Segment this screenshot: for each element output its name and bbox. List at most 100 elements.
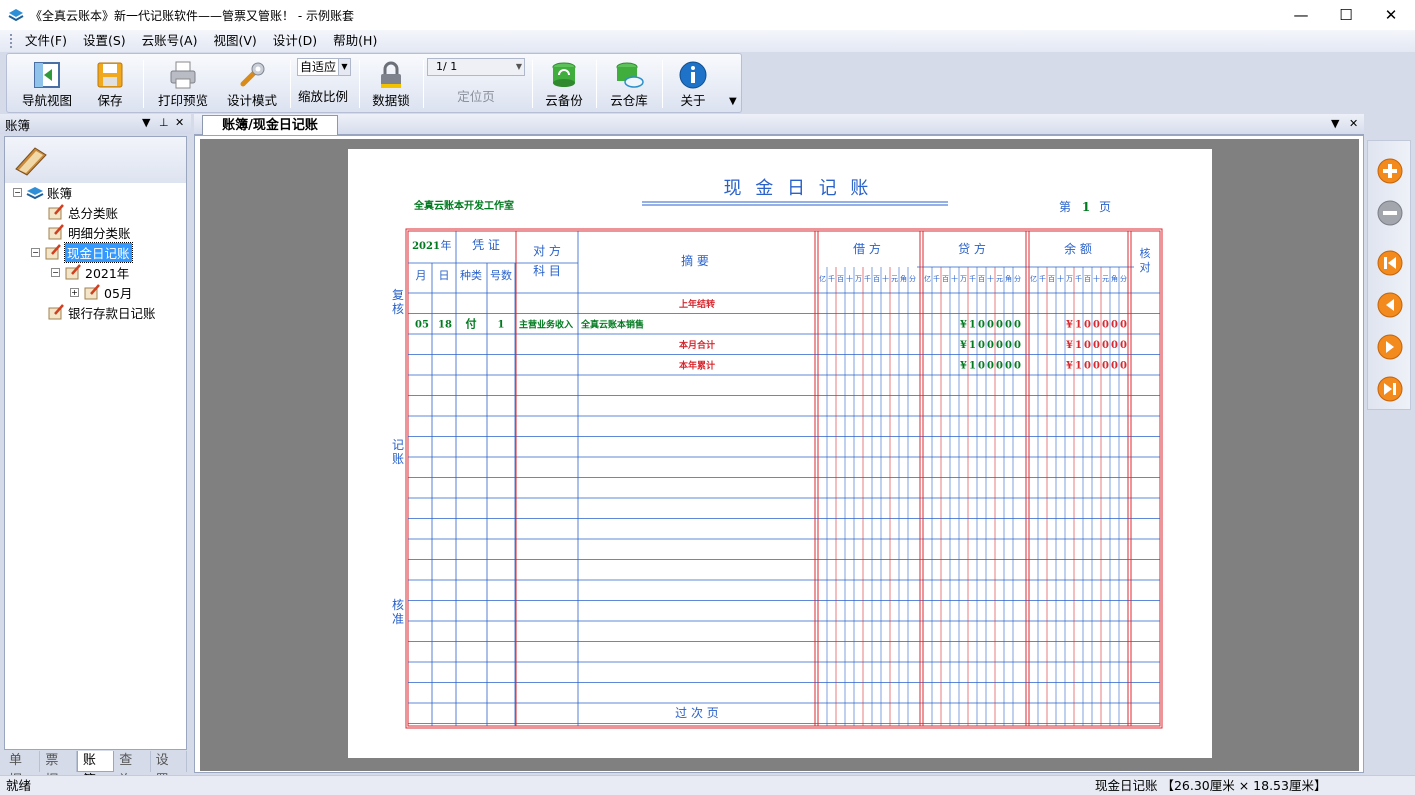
money-digit: 0: [1102, 340, 1109, 351]
next-page-icon[interactable]: [1376, 333, 1404, 361]
tab-ledgers[interactable]: 账簿: [76, 751, 115, 788]
page-prefix: 第: [1059, 200, 1071, 214]
money-digit: 0: [978, 361, 985, 372]
pin-icon[interactable]: ⊥: [159, 116, 169, 129]
digit-unit-label: 万: [960, 275, 967, 283]
wrench-icon: [240, 62, 265, 87]
last-page-icon[interactable]: [1376, 375, 1404, 403]
nav-view-button[interactable]: 导航视图: [15, 54, 79, 112]
tree-node-general-ledger[interactable]: 总分类账: [47, 203, 118, 221]
minimize-button[interactable]: —: [1278, 0, 1324, 30]
digit-unit-label: 百: [837, 275, 844, 283]
previous-page-icon[interactable]: [1376, 291, 1404, 319]
design-mode-button[interactable]: 设计模式: [221, 54, 283, 112]
side-mark: 复: [392, 288, 404, 302]
cloud-warehouse-button[interactable]: 云仓库: [601, 54, 657, 112]
balance-header: 余 额: [1064, 241, 1092, 256]
money-digit: 0: [1120, 320, 1127, 331]
tab-documents[interactable]: 单据: [4, 751, 41, 788]
tab-invoices[interactable]: 票据: [40, 751, 77, 788]
digit-unit-label: 亿: [1030, 274, 1037, 283]
digit-unit-label: 角: [1005, 274, 1012, 283]
row-voucher-no: 1: [498, 320, 505, 331]
ledger-pen-icon: [45, 244, 61, 260]
tree-node-ledgers[interactable]: − 账簿: [13, 183, 72, 201]
save-button[interactable]: 保存: [85, 54, 135, 112]
row-summary: 上年结转: [679, 298, 715, 310]
money-digit: 0: [1093, 320, 1100, 331]
cloud-warehouse-icon: [616, 62, 644, 88]
money-digit: 0: [1005, 320, 1012, 331]
tree-node-year-2021[interactable]: − 2021年: [51, 263, 129, 281]
voucher-type-header: 种类: [460, 268, 482, 282]
report-page: 全真云账本开发工作室现 金 日 记 账第1页亿千百十万千百十元角分亿千百十万千百…: [348, 149, 1212, 758]
ledger-tree-panel: − 账簿 总分类账 明细分类账 − 现金日记账 − 2021年 + 05月 银行…: [4, 136, 187, 750]
money-digit: 0: [987, 340, 994, 351]
tree-node-month-05[interactable]: + 05月: [70, 283, 132, 301]
app-window: 《全真云账本》新一代记账软件——管票又管账！ - 示例账套 — ☐ ✕ 文件(F…: [0, 0, 1415, 795]
tree-node-bank-journal[interactable]: 银行存款日记账: [47, 303, 156, 321]
digit-unit-label: 角: [900, 274, 907, 283]
book-stack-icon: [26, 187, 44, 200]
money-digit: 0: [996, 340, 1003, 351]
tab-list-icon[interactable]: ▼: [1331, 117, 1339, 130]
side-mark: 记: [392, 438, 404, 452]
panel-banner: [5, 137, 186, 183]
first-page-icon[interactable]: [1376, 249, 1404, 277]
row-month: 05: [415, 320, 429, 331]
panel-close-icon[interactable]: ✕: [175, 116, 184, 129]
voucher-label: 凭 证: [472, 237, 500, 252]
locate-page-button[interactable]: 定位页: [427, 54, 525, 112]
menu-cloud-account[interactable]: 云账号(A): [134, 30, 206, 52]
menu-settings[interactable]: 设置(S): [75, 30, 134, 52]
money-digit: ¥: [960, 320, 967, 331]
tab-close-icon[interactable]: ✕: [1349, 117, 1358, 130]
left-panel-tabs: 单据 票据 账簿 查询 设置: [4, 751, 188, 788]
maximize-button[interactable]: ☐: [1323, 0, 1369, 30]
menu-file[interactable]: 文件(F): [17, 30, 75, 52]
row-summary: 全真云账本销售: [580, 319, 644, 331]
row-day: 18: [438, 320, 452, 331]
close-button[interactable]: ✕: [1368, 0, 1414, 30]
menu-help[interactable]: 帮助(H): [325, 30, 385, 52]
expand-icon[interactable]: +: [70, 287, 79, 297]
toolbar-separator: [290, 60, 291, 108]
collapse-icon[interactable]: −: [13, 187, 22, 197]
menu-view[interactable]: 视图(V): [205, 30, 264, 52]
collapse-icon[interactable]: −: [51, 267, 60, 277]
toolbar: 导航视图 保存 打印预览 设计模式 自适应 ▼ 缩放比例 数据锁 1/ 1 ▼ 定位…: [6, 53, 742, 113]
cloud-backup-icon: [552, 62, 576, 87]
printer-icon: [170, 61, 196, 89]
toolbar-overflow-icon[interactable]: ▼: [729, 96, 741, 110]
tab-query[interactable]: 查询: [114, 751, 151, 788]
money-digit: ¥: [960, 361, 967, 372]
zoom-out-icon[interactable]: [1376, 199, 1404, 227]
cloud-backup-button[interactable]: 云备份: [537, 54, 591, 112]
collapse-icon[interactable]: −: [31, 247, 40, 257]
digit-unit-label: 分: [909, 274, 916, 283]
digit-unit-label: 十: [987, 274, 994, 283]
money-digit: 0: [978, 320, 985, 331]
money-digit: 0: [1120, 361, 1127, 372]
company-name: 全真云账本开发工作室: [413, 199, 514, 212]
tab-settings[interactable]: 设置: [151, 751, 188, 788]
left-panel-title: 账簿: [5, 117, 31, 133]
preview-canvas[interactable]: 全真云账本开发工作室现 金 日 记 账第1页亿千百十万千百十元角分亿千百十万千百…: [200, 139, 1359, 771]
print-preview-button[interactable]: 打印预览: [153, 54, 213, 112]
tab-cash-journal[interactable]: 账簿/现金日记账: [202, 115, 338, 135]
tree-node-cash-journal[interactable]: − 现金日记账: [31, 241, 133, 263]
data-lock-button[interactable]: 数据锁: [365, 54, 417, 112]
digit-unit-label: 分: [1120, 274, 1127, 283]
about-button[interactable]: 关于: [667, 54, 719, 112]
cash-journal-sheet: 全真云账本开发工作室现 金 日 记 账第 1 页亿千百十万千百十元角分亿千百十万千百…: [392, 178, 1163, 729]
ledger-pen-icon: [65, 264, 81, 280]
zoom-in-icon[interactable]: [1376, 157, 1404, 185]
menu-design[interactable]: 设计(D): [265, 30, 325, 52]
panel-menu-icon[interactable]: ▼: [142, 116, 150, 129]
check-header: 对: [1140, 260, 1151, 274]
money-digit: 0: [1093, 340, 1100, 351]
tree-node-detail-ledger[interactable]: 明细分类账: [47, 223, 131, 241]
menu-bar: 文件(F) 设置(S) 云账号(A) 视图(V) 设计(D) 帮助(H): [0, 30, 1415, 52]
side-mark: 核: [392, 302, 404, 316]
money-digit: 0: [987, 320, 994, 331]
